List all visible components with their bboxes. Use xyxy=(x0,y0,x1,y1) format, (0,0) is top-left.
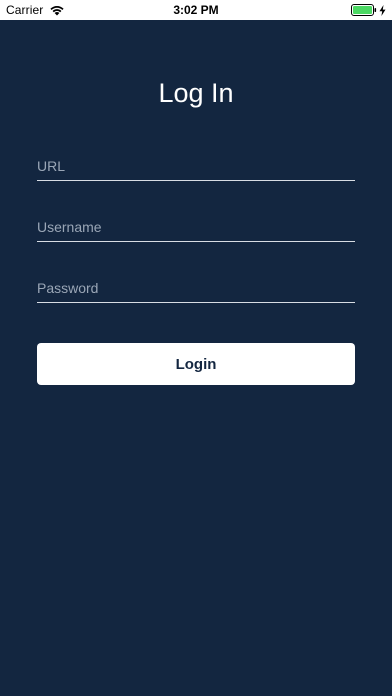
status-right xyxy=(351,4,386,16)
bolt-icon xyxy=(379,4,386,16)
url-input[interactable] xyxy=(37,152,355,180)
battery-icon xyxy=(351,4,377,16)
username-field[interactable] xyxy=(37,213,355,242)
page-title: Log In xyxy=(158,78,234,108)
status-time: 3:02 PM xyxy=(173,3,219,17)
username-input[interactable] xyxy=(37,213,355,241)
status-bar: Carrier 3:02 PM xyxy=(0,0,392,20)
login-button[interactable]: Login xyxy=(37,343,355,385)
url-field[interactable] xyxy=(37,152,355,181)
password-field[interactable] xyxy=(37,274,355,303)
password-input[interactable] xyxy=(37,274,355,302)
